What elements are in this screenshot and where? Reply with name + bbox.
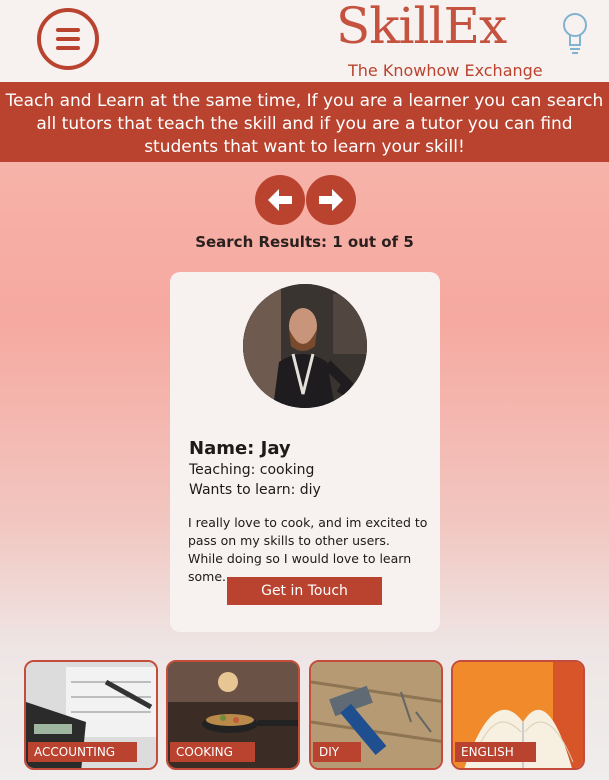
tagline: The Knowhow Exchange: [348, 61, 543, 80]
prev-result-button[interactable]: [255, 175, 305, 225]
category-diy[interactable]: DIY: [309, 660, 443, 770]
category-label: ENGLISH: [455, 742, 536, 762]
tutor-card: Name: Jay Teaching: cooking Wants to lea…: [170, 272, 440, 632]
tutor-name: Name: Jay: [189, 438, 291, 459]
arrow-right-icon: [319, 189, 343, 211]
category-label: ACCOUNTING: [28, 742, 138, 762]
get-in-touch-button[interactable]: Get in Touch: [227, 577, 382, 605]
brand-logo: SkillEx The Knowhow Exchange: [336, 0, 596, 83]
avatar: [243, 284, 367, 408]
wants-to-learn: Wants to learn: diy: [189, 482, 321, 498]
category-accounting[interactable]: ACCOUNTING: [24, 660, 158, 770]
intro-banner: Teach and Learn at the same time, If you…: [0, 82, 609, 162]
tutor-bio: I really love to cook, and im excited to…: [188, 515, 428, 584]
category-english[interactable]: ENGLISH: [451, 660, 585, 770]
top-bar: SkillEx The Knowhow Exchange: [0, 0, 609, 82]
search-results-count: Search Results: 1 out of 5: [195, 233, 414, 251]
category-label: DIY: [313, 742, 362, 762]
lightbulb-icon: [563, 13, 587, 54]
category-label: COOKING: [170, 742, 255, 762]
category-cooking[interactable]: COOKING: [166, 660, 300, 770]
logo-text: SkillEx: [336, 0, 507, 55]
teaching-skill: Teaching: cooking: [189, 462, 315, 478]
next-result-button[interactable]: [306, 175, 356, 225]
hamburger-menu-button[interactable]: [37, 8, 99, 70]
arrow-left-icon: [268, 189, 292, 211]
